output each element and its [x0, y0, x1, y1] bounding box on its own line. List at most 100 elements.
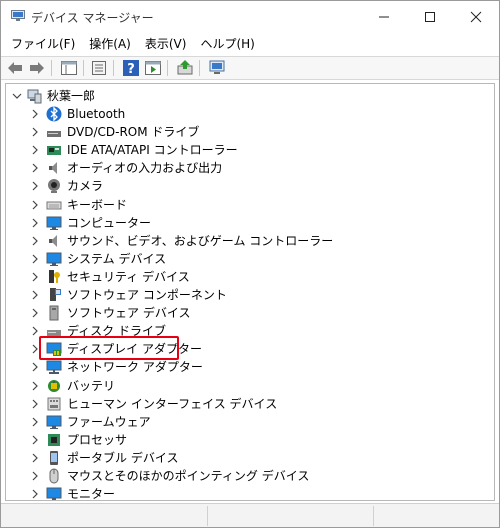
system-device-icon	[46, 252, 62, 266]
chevron-right-icon[interactable]	[30, 417, 40, 427]
network-adapter-icon	[46, 360, 62, 375]
mouse-icon	[49, 468, 59, 484]
chevron-right-icon[interactable]	[30, 453, 40, 463]
properties-icon	[92, 61, 106, 75]
chevron-right-icon[interactable]	[30, 181, 40, 191]
show-hide-tree-button[interactable]	[59, 59, 79, 77]
update-driver-icon	[177, 60, 193, 75]
console-tree-icon	[61, 61, 77, 75]
processor-icon	[48, 433, 60, 446]
camera-icon	[48, 179, 60, 194]
speaker-icon	[49, 162, 57, 175]
chevron-right-icon[interactable]	[30, 399, 40, 409]
chevron-right-icon[interactable]	[30, 381, 40, 391]
firmware-icon	[46, 415, 62, 429]
toolbar-separator	[113, 60, 114, 76]
chevron-right-icon[interactable]	[30, 326, 40, 336]
chevron-right-icon[interactable]	[30, 272, 40, 282]
software-component-icon	[50, 288, 61, 301]
toolbar-separator	[167, 60, 168, 76]
menu-view[interactable]: 表示(V)	[139, 34, 193, 54]
chevron-right-icon[interactable]	[30, 127, 40, 137]
tree-item-label: ヒューマン インターフェイス デバイス	[67, 396, 278, 411]
toolbar-separator	[83, 60, 84, 76]
chevron-right-icon[interactable]	[30, 163, 40, 173]
device-manager-icon	[11, 10, 25, 21]
tree-item-label: ポータブル デバイス	[67, 450, 179, 465]
chevron-right-icon[interactable]	[30, 109, 40, 119]
help-icon: ?	[123, 60, 139, 76]
tree-item-label: IDE ATA/ATAPI コントローラー	[67, 143, 238, 158]
status-cell	[207, 506, 373, 526]
scan-hardware-icon	[209, 60, 225, 74]
toolbar-separator	[199, 60, 200, 76]
tree-item-label: コンピューター	[67, 215, 152, 230]
menu-action[interactable]: 操作(A)	[83, 34, 137, 54]
hid-icon	[47, 397, 61, 411]
menu-file[interactable]: ファイル(F)	[5, 34, 81, 54]
tree-item-label: カメラ	[67, 179, 104, 194]
chevron-right-icon[interactable]	[30, 290, 40, 300]
tree-item-label: プロセッサ	[67, 432, 128, 447]
forward-button[interactable]	[27, 59, 47, 77]
chevron-right-icon[interactable]	[30, 145, 40, 155]
toolbar: ?	[1, 56, 499, 80]
chevron-right-icon[interactable]	[30, 200, 40, 210]
status-cell	[373, 506, 499, 526]
action-pane-button[interactable]	[143, 59, 163, 77]
forward-arrow-icon	[30, 62, 44, 74]
help-button[interactable]: ?	[121, 59, 141, 77]
chevron-right-icon[interactable]	[30, 236, 40, 246]
tree-item-label: セキュリティ デバイス	[67, 269, 190, 284]
software-device-icon	[49, 305, 59, 321]
menu-bar: ファイル(F) 操作(A) 表示(V) ヘルプ(H)	[1, 33, 499, 55]
toolbar-separator	[51, 60, 52, 76]
tree-item-label: サウンド、ビデオ、およびゲーム コントローラー	[67, 233, 334, 248]
tree-item-label: モニター	[67, 487, 116, 501]
chevron-right-icon[interactable]	[30, 218, 40, 228]
close-icon	[470, 11, 482, 23]
sound-icon	[49, 234, 57, 247]
maximize-icon	[425, 12, 435, 22]
status-bar	[1, 503, 499, 527]
title-bar: デバイス マネージャー	[1, 1, 499, 33]
menu-help[interactable]: ヘルプ(H)	[194, 34, 260, 54]
tree-item-label: DVD/CD-ROM ドライブ	[67, 125, 200, 140]
security-key-icon	[49, 269, 60, 283]
device-tree: 秋葉一郎 Bluetooth DVD/CD-ROM ドライブ IDE ATA/ATA…	[5, 83, 495, 501]
tree-item-label: バッテリ	[67, 378, 116, 393]
tree-item-label: Bluetooth	[67, 107, 126, 121]
tree-root-label: 秋葉一郎	[47, 89, 96, 103]
chevron-right-icon[interactable]	[30, 308, 40, 318]
minimize-icon	[379, 16, 389, 18]
maximize-button[interactable]	[407, 1, 453, 33]
battery-icon	[48, 379, 60, 392]
monitor-icon	[46, 487, 62, 500]
portable-device-icon	[50, 450, 58, 465]
tree-item-label: オーディオの入力および出力	[67, 161, 223, 176]
chevron-right-icon[interactable]	[30, 489, 40, 499]
computer-root-icon	[27, 89, 42, 104]
tree-item-label: キーボード	[67, 197, 128, 212]
scan-hardware-button[interactable]	[207, 59, 227, 77]
bluetooth-icon	[46, 106, 62, 122]
optical-drive-icon	[47, 131, 61, 138]
tree-item-label: マウスとそのほかのポインティング デバイス	[67, 469, 310, 483]
chevron-down-icon[interactable]	[12, 91, 22, 101]
properties-button[interactable]	[89, 59, 109, 77]
minimize-button[interactable]	[361, 1, 407, 33]
chevron-right-icon[interactable]	[30, 362, 40, 372]
update-driver-button[interactable]	[175, 59, 195, 77]
computer-icon	[46, 216, 62, 230]
chevron-right-icon[interactable]	[30, 435, 40, 445]
tree-item-label: ソフトウェア コンポーネント	[67, 288, 227, 302]
back-arrow-icon	[8, 62, 22, 74]
back-button[interactable]	[5, 59, 25, 77]
window-title: デバイス マネージャー	[31, 11, 154, 25]
keyboard-icon	[46, 201, 62, 209]
ide-controller-icon	[47, 146, 61, 156]
chevron-right-icon[interactable]	[30, 254, 40, 264]
close-button[interactable]	[453, 1, 499, 33]
chevron-right-icon[interactable]	[30, 471, 40, 481]
tree-item-label: ネットワーク アダプター	[67, 360, 203, 375]
